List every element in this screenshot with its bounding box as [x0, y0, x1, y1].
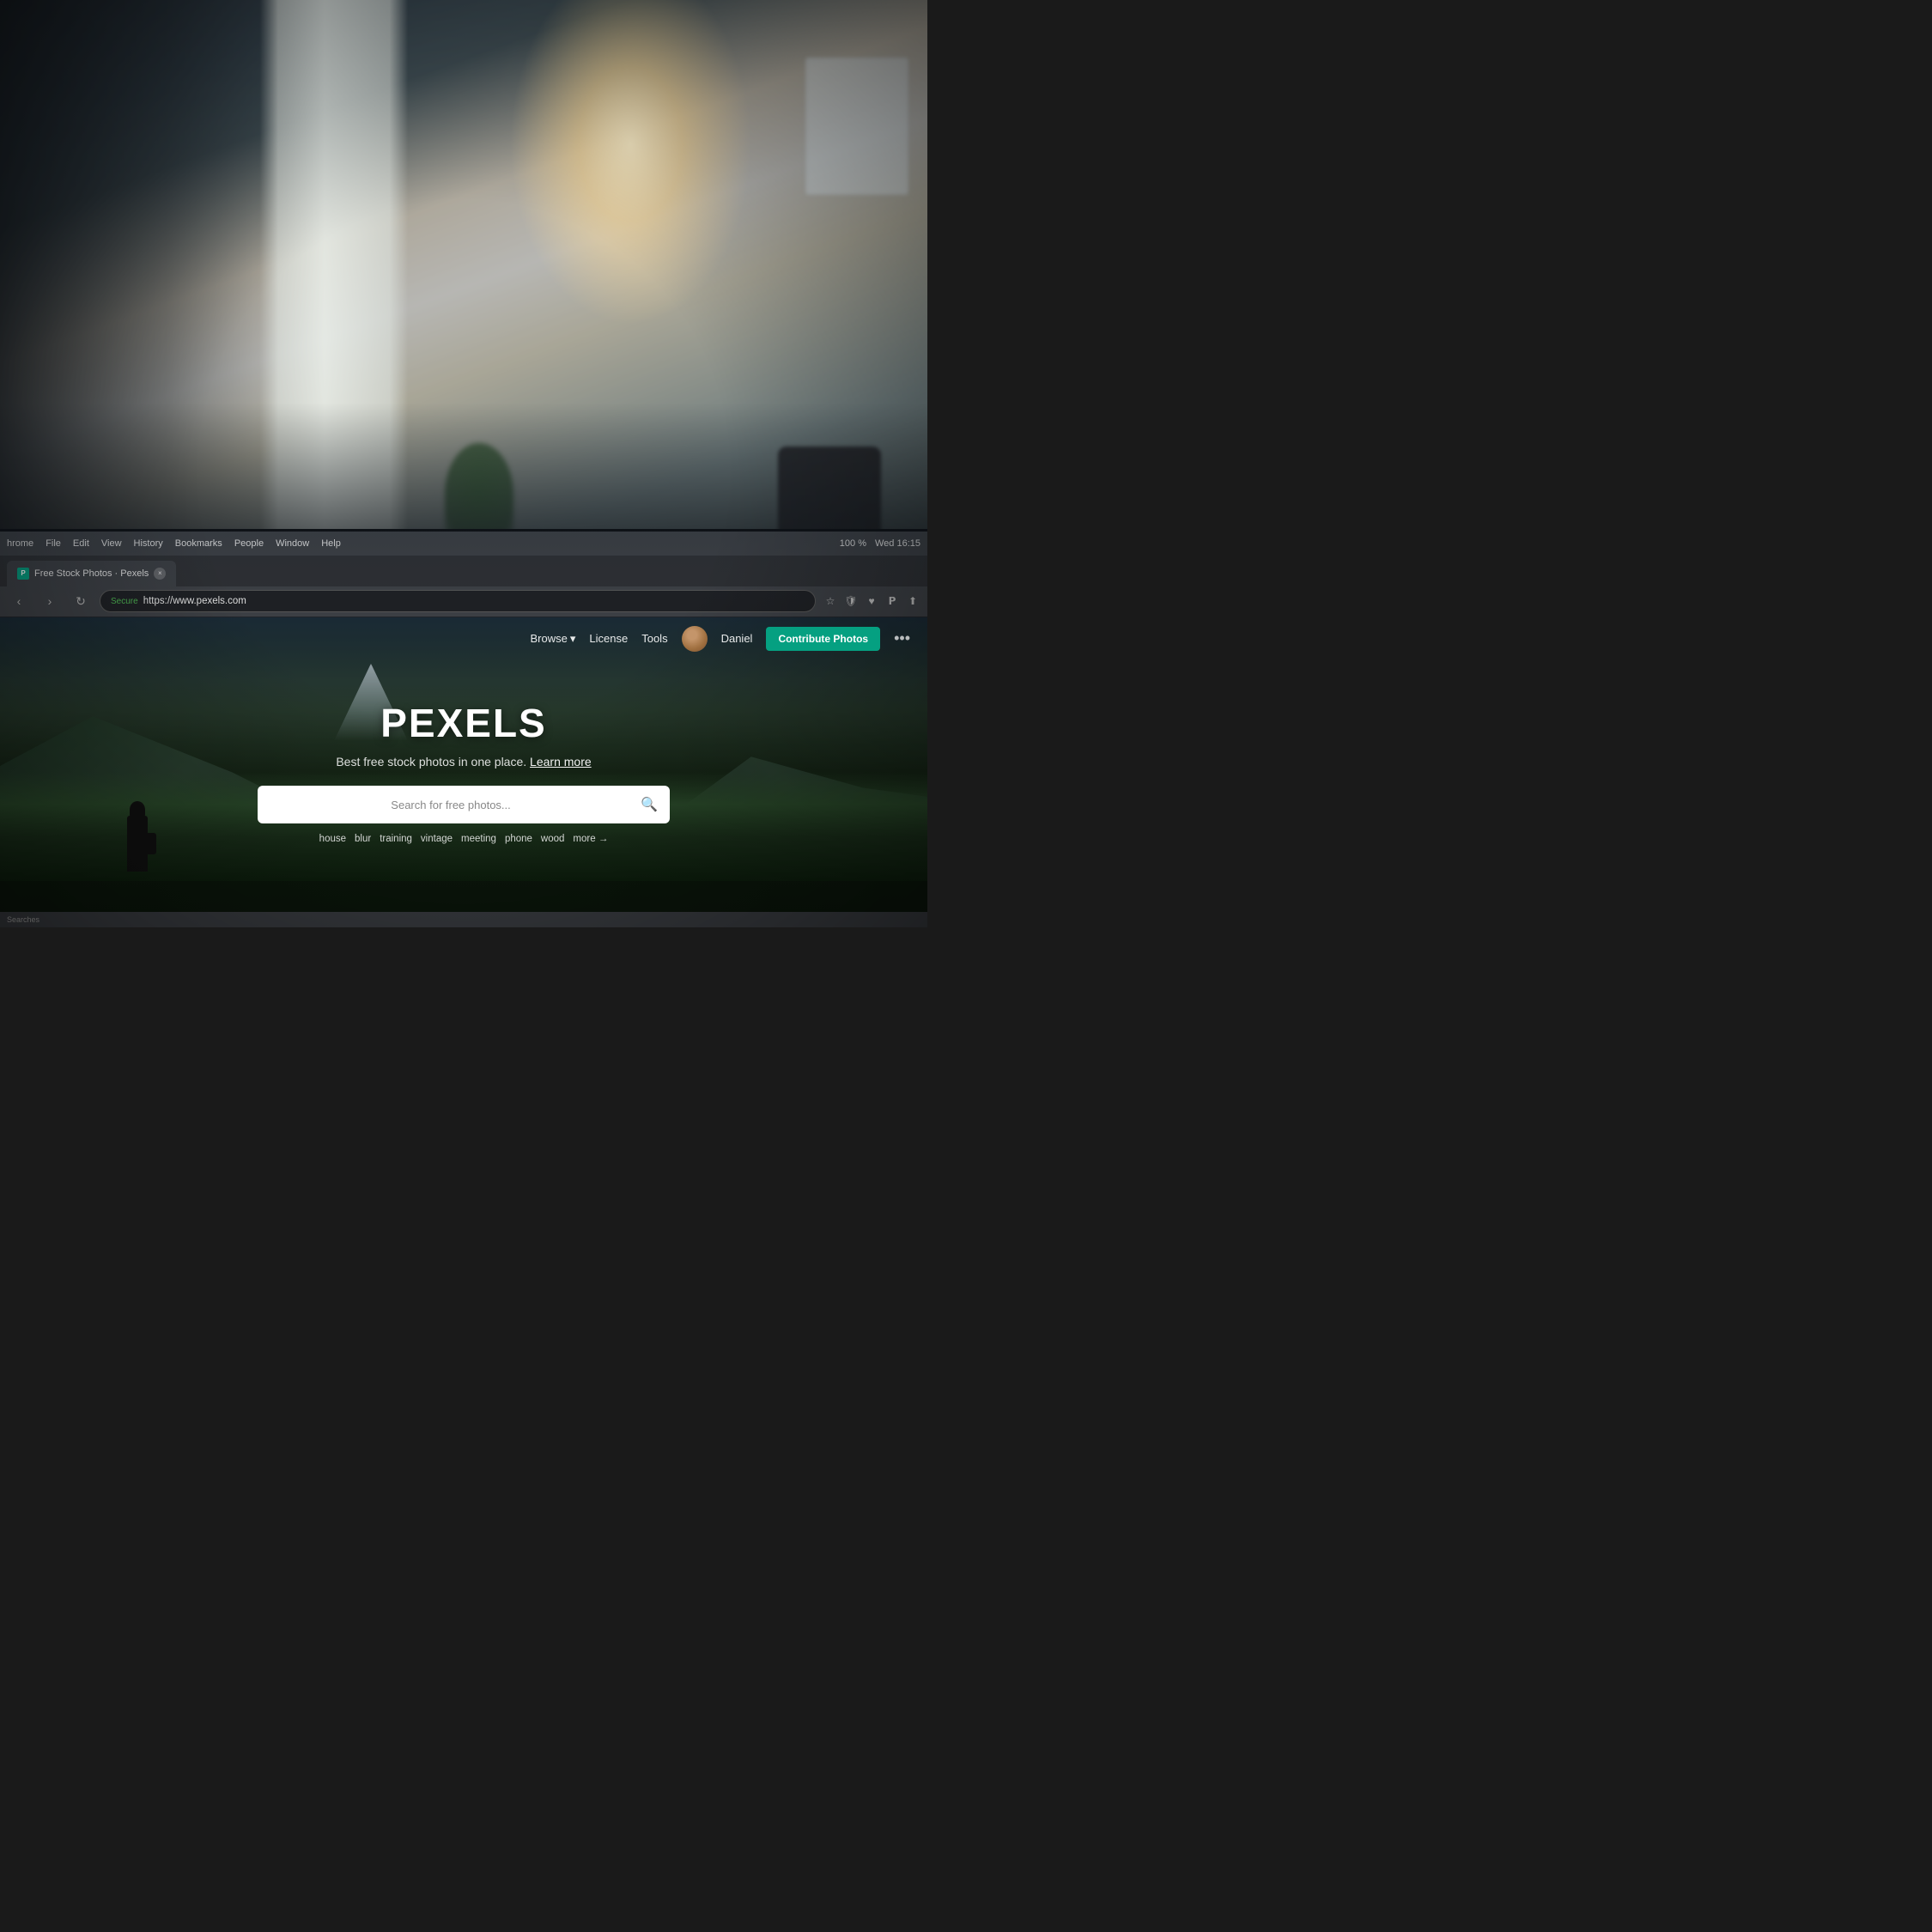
tag-training[interactable]: training: [380, 834, 412, 844]
pexels-hero: Browse ▾ License Tools Daniel Contribute…: [0, 617, 927, 927]
tag-blur[interactable]: blur: [355, 834, 371, 844]
tools-nav-item[interactable]: Tools: [641, 632, 667, 645]
status-bar: Searches: [0, 912, 927, 927]
shield-icon[interactable]: 🛡: [843, 593, 859, 609]
address-bar: ‹ › ↻ Secure https://www.pexels.com ☆ 🛡 …: [0, 586, 927, 617]
bookmark-star-icon[interactable]: ☆: [823, 593, 838, 609]
menu-edit[interactable]: Edit: [73, 538, 89, 549]
menu-bookmarks[interactable]: Bookmarks: [175, 538, 222, 549]
tag-meeting[interactable]: meeting: [461, 834, 496, 844]
browser-chrome: hrome File Edit View History Bookmarks P…: [0, 532, 927, 617]
back-button[interactable]: ‹: [7, 589, 31, 613]
windows-decoration: [805, 58, 908, 195]
contribute-photos-button[interactable]: Contribute Photos: [766, 627, 880, 651]
menu-people[interactable]: People: [234, 538, 264, 549]
share-icon[interactable]: ⬆: [905, 593, 920, 609]
background-photo: [0, 0, 927, 575]
active-tab[interactable]: P Free Stock Photos · Pexels ×: [7, 561, 176, 586]
menu-file[interactable]: File: [46, 538, 61, 549]
tag-wood[interactable]: wood: [541, 834, 565, 844]
secure-icon: Secure: [111, 597, 138, 606]
url-text: https://www.pexels.com: [143, 596, 246, 606]
menu-bar-right: 100 % Wed 16:15: [840, 538, 920, 549]
hero-title: PEXELS: [93, 700, 835, 746]
tab-title: Free Stock Photos · Pexels: [34, 568, 149, 579]
menu-help[interactable]: Help: [321, 538, 341, 549]
menu-window[interactable]: Window: [276, 538, 309, 549]
reload-button[interactable]: ↻: [69, 589, 93, 613]
tab-close-button[interactable]: ×: [154, 568, 166, 580]
hero-subtitle: Best free stock photos in one place. Lea…: [93, 755, 835, 769]
pinterest-icon[interactable]: 𝗣: [884, 593, 900, 609]
toolbar-icons: ☆ 🛡 ♥ 𝗣 ⬆: [823, 593, 920, 609]
tab-bar: P Free Stock Photos · Pexels ×: [0, 556, 927, 586]
website-content: Browse ▾ License Tools Daniel Contribute…: [0, 617, 927, 927]
menu-app-name[interactable]: hrome: [7, 538, 33, 549]
clock: Wed 16:15: [875, 538, 920, 549]
battery-indicator: 100 %: [840, 538, 866, 549]
menu-view[interactable]: View: [101, 538, 122, 549]
learn-more-link[interactable]: Learn more: [530, 755, 592, 769]
menu-history[interactable]: History: [134, 538, 163, 549]
tab-favicon: P: [17, 568, 29, 580]
quick-tags: house blur training vintage meeting phon…: [93, 834, 835, 844]
more-tags-link[interactable]: more →: [573, 834, 608, 844]
search-icon[interactable]: 🔍: [641, 796, 658, 813]
status-text: Searches: [7, 915, 39, 924]
monitor-screen: hrome File Edit View History Bookmarks P…: [0, 529, 927, 927]
tag-phone[interactable]: phone: [505, 834, 532, 844]
search-input[interactable]: Search for free photos...: [270, 799, 632, 811]
forward-button[interactable]: ›: [38, 589, 62, 613]
browse-chevron-icon: ▾: [570, 632, 576, 646]
heart-icon[interactable]: ♥: [864, 593, 879, 609]
hero-text-content: PEXELS Best free stock photos in one pla…: [93, 700, 835, 844]
search-box[interactable]: Search for free photos... 🔍: [258, 786, 670, 823]
license-nav-item[interactable]: License: [589, 632, 628, 645]
user-avatar[interactable]: [682, 626, 708, 652]
browse-label: Browse: [531, 632, 568, 645]
menu-bar: hrome File Edit View History Bookmarks P…: [0, 532, 927, 556]
pexels-navbar: Browse ▾ License Tools Daniel Contribute…: [0, 617, 927, 660]
tag-vintage[interactable]: vintage: [421, 834, 453, 844]
nav-links: Browse ▾ License Tools Daniel Contribute…: [531, 626, 910, 652]
user-name: Daniel: [721, 632, 753, 645]
tag-house[interactable]: house: [319, 834, 346, 844]
more-options-button[interactable]: •••: [894, 629, 910, 647]
browse-nav-item[interactable]: Browse ▾: [531, 632, 576, 646]
url-bar[interactable]: Secure https://www.pexels.com: [100, 590, 816, 612]
avatar-image: [682, 626, 708, 652]
